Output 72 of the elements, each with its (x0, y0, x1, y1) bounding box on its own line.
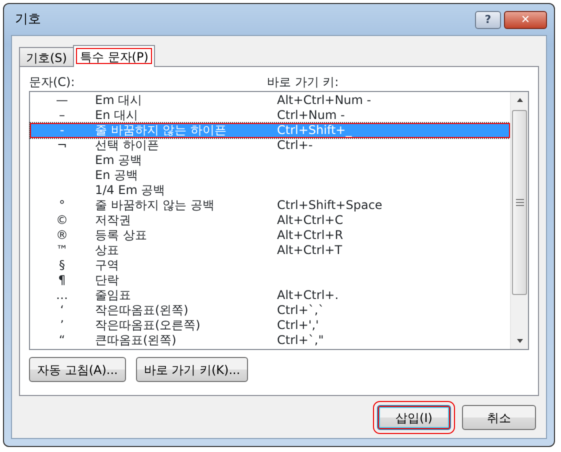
list-row[interactable]: “ 큰따옴표(왼쪽) Ctrl+`," (30, 333, 510, 348)
character-name: 상표 (95, 243, 119, 257)
symbol-text: ‘ (60, 303, 64, 317)
shortcut-text: Alt+Ctrl+R (277, 228, 344, 242)
symbol-text: ¬ (56, 138, 68, 152)
shortcut-text: Alt+Ctrl+T (277, 243, 342, 257)
symbol-text: ® (56, 228, 68, 242)
symbol-text: … (56, 288, 68, 302)
symbol-text: ’ (60, 318, 64, 332)
character-name: En 대시 (95, 108, 138, 122)
shortcut-text: Ctrl+Shift+_ (277, 123, 352, 137)
help-button[interactable]: ? (475, 10, 501, 28)
list-row[interactable]: ‘ 작은따옴표(왼쪽) Ctrl+`,` (30, 303, 510, 318)
list-row[interactable]: En 공백 (30, 168, 510, 183)
cancel-button[interactable]: 취소 (462, 405, 536, 430)
list-row[interactable]: ¶ 단락 (30, 273, 510, 288)
list-row[interactable]: © 저작권 Alt+Ctrl+C (30, 213, 510, 228)
character-name: 줄 바꿈하지 않는 하이픈 (95, 123, 226, 137)
list-row[interactable]: ° 줄 바꿈하지 않는 공백 Ctrl+Shift+Space (30, 198, 510, 213)
character-list[interactable] (29, 91, 529, 350)
character-name: 작은따옴표(오른쪽) (95, 318, 200, 332)
shortcut-text: Alt+Ctrl+Num - (277, 93, 372, 107)
scrollbar[interactable] (510, 92, 528, 349)
shortcut-key-button[interactable]: 바로 가기 키(K)... (136, 357, 248, 382)
symbol-text: © (56, 213, 68, 227)
character-name: En 공백 (95, 168, 138, 182)
scroll-thumb[interactable] (512, 110, 527, 295)
character-name: 선택 하이픈 (95, 138, 159, 152)
character-name: 저작권 (95, 213, 131, 227)
character-name: 1/4 Em 공백 (95, 183, 166, 197)
symbol-text: “ (58, 333, 66, 347)
symbol-text: ¶ (58, 273, 66, 287)
character-name: 큰따옴표(왼쪽) (95, 333, 176, 347)
character-name: 줄임표 (95, 288, 131, 302)
tab[interactable]: 특수 문자(P) (72, 45, 156, 67)
tab[interactable]: 기호(S) (19, 47, 74, 66)
character-name: Em 공백 (95, 153, 142, 167)
list-row[interactable]: 1/4 Em 공백 (30, 183, 510, 198)
character-name: 단락 (95, 273, 119, 287)
symbol-text: ° (59, 198, 65, 212)
characters-label: 문자(C): (29, 75, 75, 89)
shortcut-key-label: 바로 가기 키: (267, 74, 339, 91)
character-name: 작은따옴표(왼쪽) (95, 303, 188, 317)
character-name: 줄 바꿈하지 않는 공백 (95, 198, 214, 212)
list-row[interactable]: § 구역 (30, 258, 510, 273)
shortcut-text: Alt+Ctrl+. (277, 288, 339, 302)
list-row[interactable]: — Em 대시 Alt+Ctrl+Num - (30, 93, 510, 108)
shortcut-text: Ctrl+',' (277, 318, 319, 332)
list-row[interactable]: … 줄임표 Alt+Ctrl+. (30, 288, 510, 303)
shortcut-text: Alt+Ctrl+C (277, 213, 344, 227)
autocorrect-button[interactable]: 자동 고침(A)... (29, 357, 126, 382)
list-row[interactable]: Em 공백 (30, 153, 510, 168)
shortcut-text: Ctrl+`,` (277, 303, 324, 317)
symbol-text: – (59, 108, 65, 122)
list-row[interactable]: ¬ 선택 하이픈 Ctrl+- (30, 138, 510, 153)
window-title: 기호 (15, 10, 41, 29)
shortcut-text: Ctrl+- (277, 138, 313, 152)
list-row[interactable]: ™ 상표 Alt+Ctrl+T (30, 243, 510, 258)
shortcut-text: Ctrl+Shift+Space (277, 198, 382, 212)
character-name: Em 대시 (95, 93, 142, 107)
list-row[interactable]: ® 등록 상표 Alt+Ctrl+R (30, 228, 510, 243)
symbol-text: — (56, 93, 68, 107)
grip-icon (516, 199, 524, 206)
list-row[interactable]: – En 대시 Ctrl+Num - (30, 108, 510, 123)
shortcut-text: Ctrl+`," (277, 333, 324, 347)
shortcut-text: Ctrl+Num - (277, 108, 345, 122)
character-name: 등록 상표 (95, 228, 147, 242)
symbol-text: ™ (56, 243, 68, 257)
list-row[interactable]: ’ 작은따옴표(오른쪽) Ctrl+',' (30, 318, 510, 333)
character-name: 구역 (95, 258, 119, 272)
symbol-text: § (59, 258, 65, 272)
symbol-text: - (60, 123, 64, 137)
